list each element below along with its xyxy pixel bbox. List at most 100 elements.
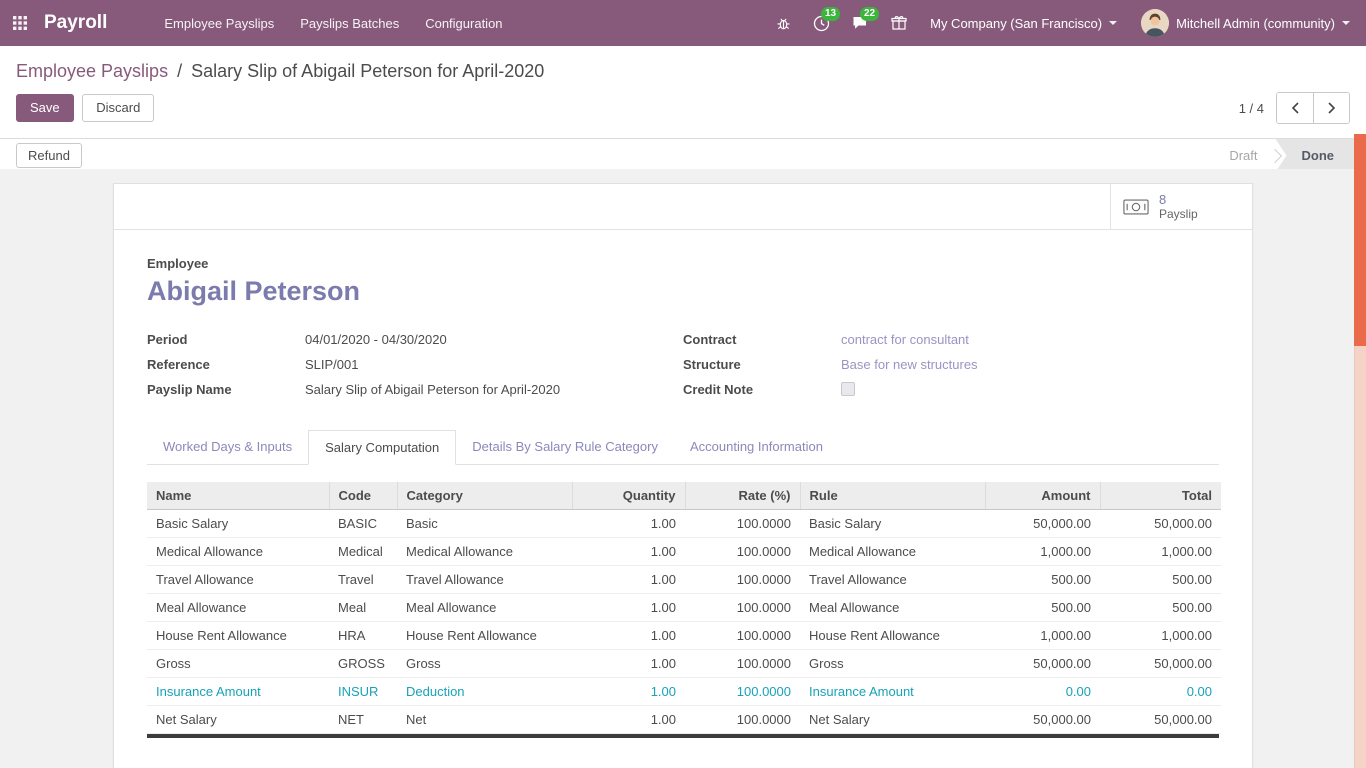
employee-name[interactable]: Abigail Peterson: [147, 276, 1219, 307]
cell-rule[interactable]: Meal Allowance: [800, 594, 985, 622]
cell-amount[interactable]: 50,000.00: [985, 510, 1100, 538]
messages-icon[interactable]: 22: [841, 0, 880, 46]
cell-total[interactable]: 50,000.00: [1100, 510, 1221, 538]
cell-total[interactable]: 1,000.00: [1100, 538, 1221, 566]
cell-code[interactable]: Travel: [329, 566, 397, 594]
breadcrumb-parent-link[interactable]: Employee Payslips: [16, 61, 168, 81]
pager-next-button[interactable]: [1313, 93, 1349, 123]
cell-rule[interactable]: Net Salary: [800, 706, 985, 734]
scrollbar-thumb[interactable]: [1354, 134, 1366, 346]
tab-details-by-salary-rule-category[interactable]: Details By Salary Rule Category: [456, 430, 674, 465]
cell-rule[interactable]: Medical Allowance: [800, 538, 985, 566]
cell-quantity[interactable]: 1.00: [572, 622, 685, 650]
save-button[interactable]: Save: [16, 94, 74, 123]
tab-accounting-information[interactable]: Accounting Information: [674, 430, 839, 465]
apps-menu-icon[interactable]: [0, 0, 40, 46]
cell-total[interactable]: 50,000.00: [1100, 650, 1221, 678]
cell-code[interactable]: Medical: [329, 538, 397, 566]
cell-amount[interactable]: 0.00: [985, 678, 1100, 706]
cell-quantity[interactable]: 1.00: [572, 678, 685, 706]
vertical-scrollbar[interactable]: [1354, 134, 1366, 768]
cell-code[interactable]: BASIC: [329, 510, 397, 538]
cell-quantity[interactable]: 1.00: [572, 706, 685, 734]
table-row[interactable]: House Rent AllowanceHRAHouse Rent Allowa…: [147, 622, 1221, 650]
navbar-menu-configuration[interactable]: Configuration: [412, 0, 515, 46]
cell-name[interactable]: Meal Allowance: [147, 594, 329, 622]
table-row[interactable]: Medical AllowanceMedicalMedical Allowanc…: [147, 538, 1221, 566]
cell-total[interactable]: 0.00: [1100, 678, 1221, 706]
cell-category[interactable]: Medical Allowance: [397, 538, 572, 566]
cell-rule[interactable]: Travel Allowance: [800, 566, 985, 594]
credit-note-checkbox[interactable]: [841, 382, 855, 396]
cell-name[interactable]: Basic Salary: [147, 510, 329, 538]
cell-quantity[interactable]: 1.00: [572, 538, 685, 566]
cell-amount[interactable]: 1,000.00: [985, 622, 1100, 650]
field-value-reference[interactable]: SLIP/001: [305, 357, 359, 372]
cell-rule[interactable]: Gross: [800, 650, 985, 678]
table-row[interactable]: GrossGROSSGross1.00100.0000Gross50,000.0…: [147, 650, 1221, 678]
status-done[interactable]: Done: [1276, 139, 1355, 172]
activities-icon[interactable]: 13: [802, 0, 841, 46]
cell-amount[interactable]: 500.00: [985, 566, 1100, 594]
column-header-category[interactable]: Category: [397, 482, 572, 510]
cell-name[interactable]: Travel Allowance: [147, 566, 329, 594]
cell-quantity[interactable]: 1.00: [572, 510, 685, 538]
cell-rate[interactable]: 100.0000: [685, 566, 800, 594]
cell-rate[interactable]: 100.0000: [685, 594, 800, 622]
cell-amount[interactable]: 500.00: [985, 594, 1100, 622]
cell-code[interactable]: INSUR: [329, 678, 397, 706]
cell-category[interactable]: Net: [397, 706, 572, 734]
table-row[interactable]: Basic SalaryBASICBasic1.00100.0000Basic …: [147, 510, 1221, 538]
refund-button[interactable]: Refund: [16, 143, 82, 168]
cell-amount[interactable]: 1,000.00: [985, 538, 1100, 566]
table-row[interactable]: Meal AllowanceMealMeal Allowance1.00100.…: [147, 594, 1221, 622]
status-draft[interactable]: Draft: [1211, 139, 1275, 172]
table-row[interactable]: Travel AllowanceTravelTravel Allowance1.…: [147, 566, 1221, 594]
column-header-name[interactable]: Name: [147, 482, 329, 510]
cell-amount[interactable]: 50,000.00: [985, 650, 1100, 678]
cell-name[interactable]: Net Salary: [147, 706, 329, 734]
debug-icon[interactable]: [765, 0, 802, 46]
tab-salary-computation[interactable]: Salary Computation: [308, 430, 456, 465]
column-header-total[interactable]: Total: [1100, 482, 1221, 510]
column-header-rate[interactable]: Rate (%): [685, 482, 800, 510]
table-row[interactable]: Insurance Amount INSURDeduction1.00100.00…: [147, 678, 1221, 706]
column-header-amount[interactable]: Amount: [985, 482, 1100, 510]
field-value-contract-link[interactable]: contract for consultant: [841, 332, 969, 347]
cell-rate[interactable]: 100.0000: [685, 706, 800, 734]
pager-previous-button[interactable]: [1277, 93, 1313, 123]
cell-code[interactable]: Meal: [329, 594, 397, 622]
tab-worked-days-inputs[interactable]: Worked Days & Inputs: [147, 430, 308, 465]
cell-total[interactable]: 1,000.00: [1100, 622, 1221, 650]
cell-quantity[interactable]: 1.00: [572, 566, 685, 594]
cell-category[interactable]: Gross: [397, 650, 572, 678]
payslip-stat-button[interactable]: 8 Payslip: [1110, 184, 1252, 229]
cell-rule[interactable]: Insurance Amount: [800, 678, 985, 706]
cell-name[interactable]: House Rent Allowance: [147, 622, 329, 650]
cell-code[interactable]: GROSS: [329, 650, 397, 678]
cell-total[interactable]: 500.00: [1100, 566, 1221, 594]
gift-icon[interactable]: [880, 0, 918, 46]
cell-category[interactable]: House Rent Allowance: [397, 622, 572, 650]
cell-name[interactable]: Medical Allowance: [147, 538, 329, 566]
cell-code[interactable]: HRA: [329, 622, 397, 650]
cell-rule[interactable]: House Rent Allowance: [800, 622, 985, 650]
field-value-structure-link[interactable]: Base for new structures: [841, 357, 978, 372]
cell-category[interactable]: Basic: [397, 510, 572, 538]
column-header-code[interactable]: Code: [329, 482, 397, 510]
navbar-menu-payslips-batches[interactable]: Payslips Batches: [287, 0, 412, 46]
cell-rate[interactable]: 100.0000: [685, 678, 800, 706]
company-switcher[interactable]: My Company (San Francisco): [918, 0, 1129, 46]
column-header-rule[interactable]: Rule: [800, 482, 985, 510]
cell-code[interactable]: NET: [329, 706, 397, 734]
cell-total[interactable]: 500.00: [1100, 594, 1221, 622]
cell-rate[interactable]: 100.0000: [685, 622, 800, 650]
user-menu[interactable]: Mitchell Admin (community): [1129, 0, 1366, 46]
cell-amount[interactable]: 50,000.00: [985, 706, 1100, 734]
cell-category[interactable]: Deduction: [397, 678, 572, 706]
app-name[interactable]: Payroll: [40, 0, 119, 46]
field-value-payslip-name[interactable]: Salary Slip of Abigail Peterson for Apri…: [305, 382, 560, 397]
cell-rule[interactable]: Basic Salary: [800, 510, 985, 538]
navbar-menu-employee-payslips[interactable]: Employee Payslips: [151, 0, 287, 46]
cell-category[interactable]: Travel Allowance: [397, 566, 572, 594]
